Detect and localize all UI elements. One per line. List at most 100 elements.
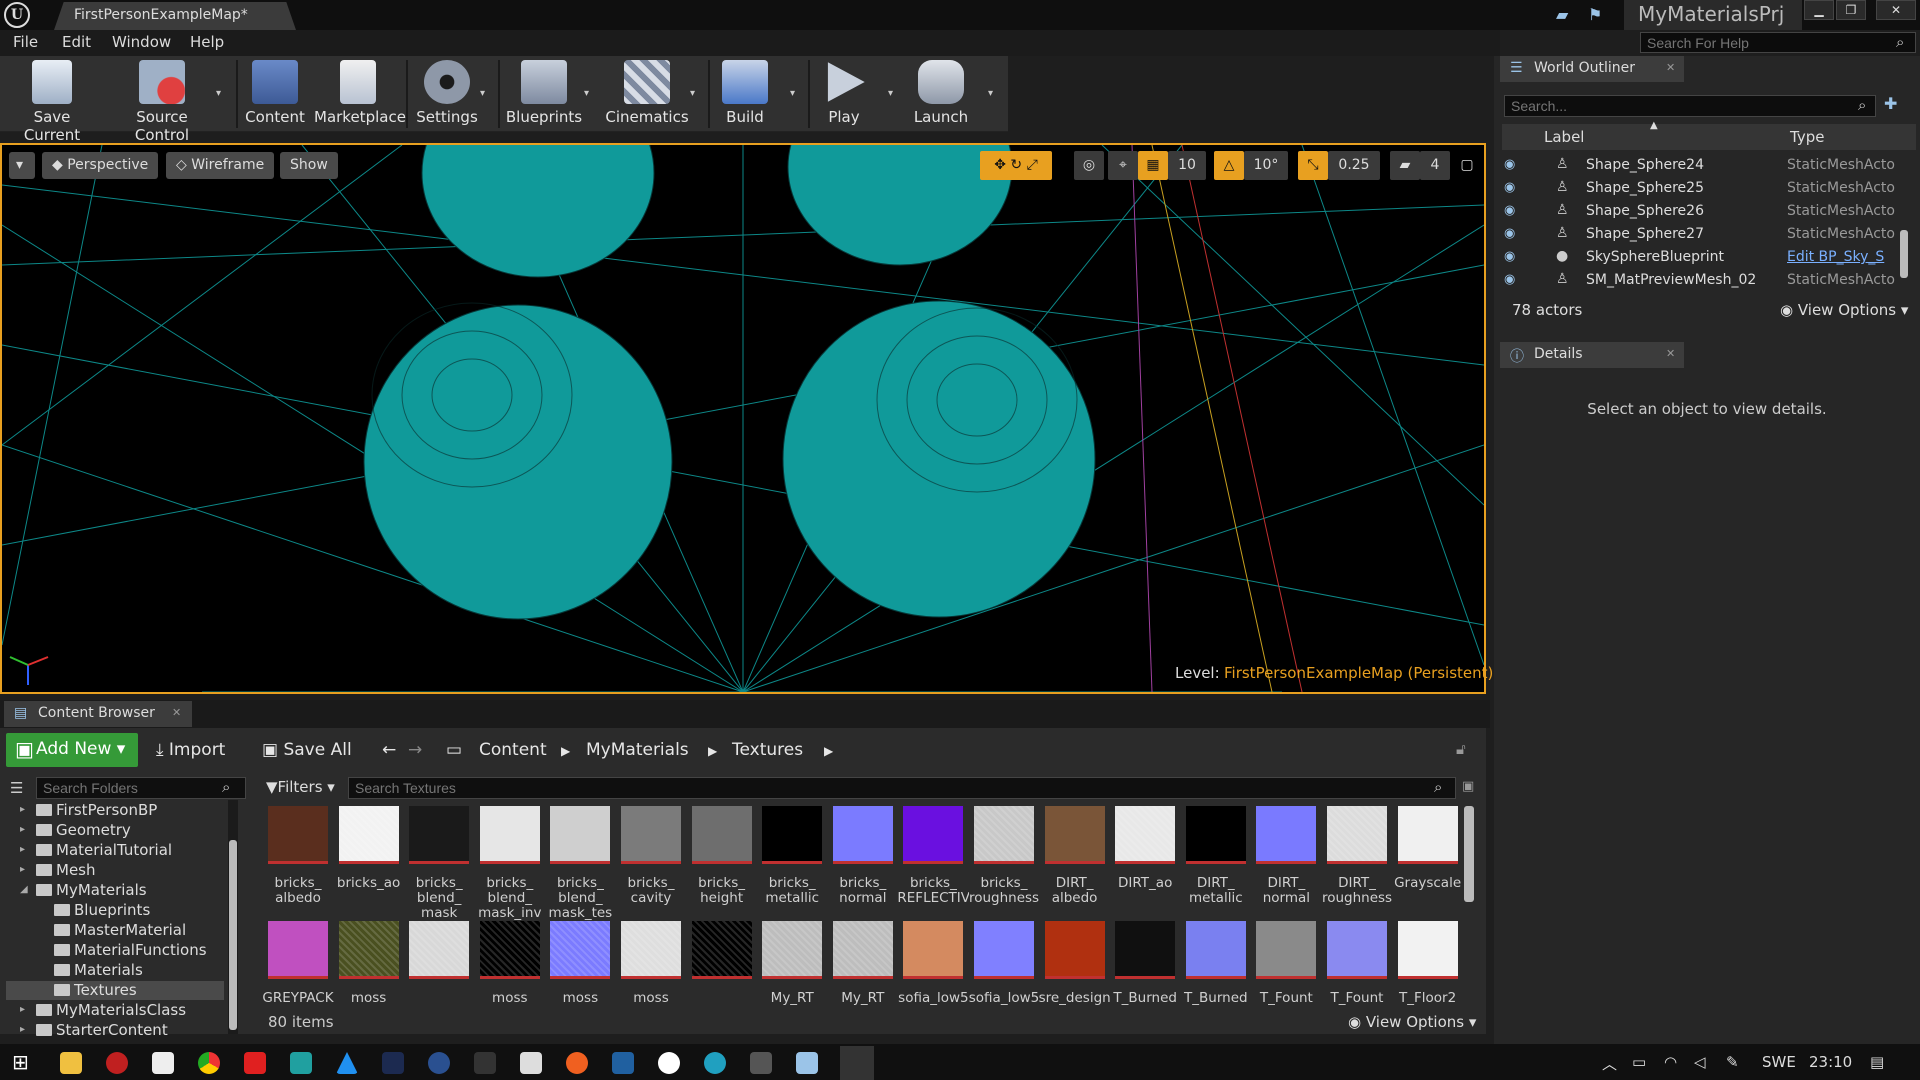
blueprints-button[interactable]: Blueprints [502,58,586,130]
lock-icon[interactable]: 🔓︎ [1456,740,1466,758]
asset-tile[interactable]: bricks_ cavity [615,806,687,916]
folder-item[interactable]: ▸ FirstPersonBP [0,801,240,820]
photoshop-icon[interactable] [382,1052,404,1074]
texture-search-input[interactable] [348,777,1456,799]
asset-tile[interactable]: sre_design [1039,921,1111,1031]
asset-tile[interactable]: bricks_ albedo [262,806,334,916]
steam-icon[interactable] [428,1052,450,1074]
perspective-button[interactable]: ◆ Perspective [42,152,159,179]
scale-snap-value[interactable]: 0.25 [1328,151,1380,180]
expand-arrow-icon[interactable]: ▸ [20,864,25,875]
media-icon[interactable] [244,1052,266,1074]
asset-tile[interactable]: Grayscale [1392,806,1464,916]
wifi-icon[interactable]: ◠ [1664,1053,1677,1071]
blueprints-dropdown[interactable]: ▾ [584,88,589,99]
close-button[interactable]: ✕ [1876,0,1916,20]
camera-speed-icon[interactable]: ▰ [1390,151,1420,180]
col-label[interactable]: Label [1544,128,1584,146]
play-button[interactable]: Play [816,58,872,130]
asset-tile[interactable]: sofia_low5 [968,921,1040,1031]
notification-icon[interactable]: ⚑ [1588,5,1610,24]
asset-tile[interactable]: My_RT [756,921,828,1031]
outliner-row[interactable]: ◉ ♙ Shape_Sphere26 StaticMeshActo [1500,200,1895,223]
folder-item[interactable]: ▸ StarterContent [0,1021,240,1040]
source-control-button[interactable]: Source Control [108,58,216,144]
chrome-icon[interactable] [198,1052,220,1074]
save-search-icon[interactable]: ▣ [1462,779,1474,794]
eye-icon[interactable]: ◉ [1504,157,1515,172]
marketplace-button[interactable]: Marketplace [314,58,406,130]
unreal-logo-icon[interactable]: U [4,2,30,28]
content-view-options[interactable]: ◉ View Options ▾ [1348,1013,1476,1031]
save-current-button[interactable]: Save Current [6,58,98,144]
outliner-search-input[interactable] [1504,95,1876,117]
pen-icon[interactable]: ✎ [1726,1053,1739,1071]
asset-tile[interactable]: bricks_ height [686,806,758,916]
surface-snap-icon[interactable]: ⌖ [1108,151,1138,180]
grid-snap-value[interactable]: 10 [1168,151,1206,180]
chat-icon[interactable]: ▰ [1556,5,1578,24]
outliner-row-type[interactable]: Edit BP_Sky_S [1787,249,1897,265]
cinematics-dropdown[interactable]: ▾ [690,88,695,99]
world-local-icon[interactable]: ◎ [1074,151,1104,180]
asset-tile[interactable]: DIRT_ albedo [1039,806,1111,916]
add-new-button[interactable]: ▣ Add New ▾ [6,733,138,767]
sources-toggle-icon[interactable]: ☰ [10,779,23,797]
app-icon[interactable] [704,1052,726,1074]
close-tab-icon[interactable]: ✕ [172,706,181,719]
grid-snap-icon[interactable]: ▦ [1138,151,1168,180]
scale-snap-icon[interactable]: ⤡ [1298,151,1328,180]
asset-tile[interactable]: DIRT_ normal [1250,806,1322,916]
minimize-button[interactable]: ▁ [1804,0,1834,20]
launch-dropdown[interactable]: ▾ [988,88,993,99]
tab-world-outliner[interactable]: World Outliner ✕ ☰ [1500,56,1684,82]
asset-tile[interactable]: bricks_ REFLECTIV [897,806,969,916]
app-icon[interactable] [796,1052,818,1074]
origin-icon[interactable] [566,1052,588,1074]
content-button[interactable]: Content [242,58,308,130]
build-button[interactable]: Build [716,58,774,130]
asset-tile[interactable]: bricks_ blend_ mask_tes [544,806,616,921]
asset-tile[interactable]: bricks_ao [333,806,405,916]
wireframe-button[interactable]: ◇ Wireframe [166,152,275,179]
asset-tile[interactable] [686,921,758,1031]
asset-tile[interactable]: moss [544,921,616,1031]
folder-item[interactable]: Textures [6,981,224,1000]
eye-icon[interactable]: ◉ [1504,249,1515,264]
tab-content-browser[interactable]: ▤ Content Browser ✕ [4,701,192,727]
maximize-viewport-icon[interactable]: ▢ [1456,151,1478,180]
asset-tile[interactable]: My_RT [827,921,899,1031]
asset-tile[interactable]: DIRT_ao [1109,806,1181,916]
close-tab-icon[interactable]: ✕ [1666,347,1675,360]
chevron-right-icon[interactable]: ▶ [708,744,717,758]
play-dropdown[interactable]: ▾ [888,88,893,99]
expand-arrow-icon[interactable]: ▸ [20,1024,25,1035]
settings-dropdown[interactable]: ▾ [480,88,485,99]
help-search-input[interactable] [1640,32,1916,53]
asset-tile[interactable]: bricks_ roughness [968,806,1040,916]
unreal-taskbar-icon[interactable] [840,1046,874,1080]
asset-scrollbar[interactable] [1464,806,1474,902]
eye-icon[interactable]: ◉ [1504,180,1515,195]
folder-item[interactable]: ◢ MyMaterials [0,881,240,900]
show-button[interactable]: Show [280,152,338,179]
folder-item[interactable]: ▸ Geometry [0,821,240,840]
folder-item[interactable]: MasterMaterial [0,921,240,940]
camera-speed-value[interactable]: 4 [1420,151,1450,180]
import-button[interactable]: ⤓ Import [156,740,225,760]
asset-tile[interactable]: bricks_ blend_ mask [403,806,475,921]
transform-tools[interactable]: ✥ ↻ ⤢ [980,151,1052,180]
asset-tile[interactable]: sofia_low5 [897,921,969,1031]
menu-window[interactable]: Window [112,33,171,51]
outliner-row[interactable]: ◉ ♙ Shape_Sphere24 StaticMeshActo [1500,154,1895,177]
language-indicator[interactable]: SWE [1762,1053,1796,1071]
vs-icon[interactable] [612,1052,634,1074]
eye-icon[interactable]: ◉ [1504,226,1515,241]
viewport-options-dropdown[interactable]: ▾ [9,152,35,179]
expand-arrow-icon[interactable]: ▸ [20,844,25,855]
asset-tile[interactable]: T_Fount [1250,921,1322,1031]
outliner-view-options[interactable]: ◉ View Options ▾ [1780,301,1908,319]
forward-button[interactable]: → [408,740,422,760]
expand-arrow-icon[interactable]: ◢ [20,884,28,895]
expand-arrow-icon[interactable]: ▸ [20,1004,25,1015]
